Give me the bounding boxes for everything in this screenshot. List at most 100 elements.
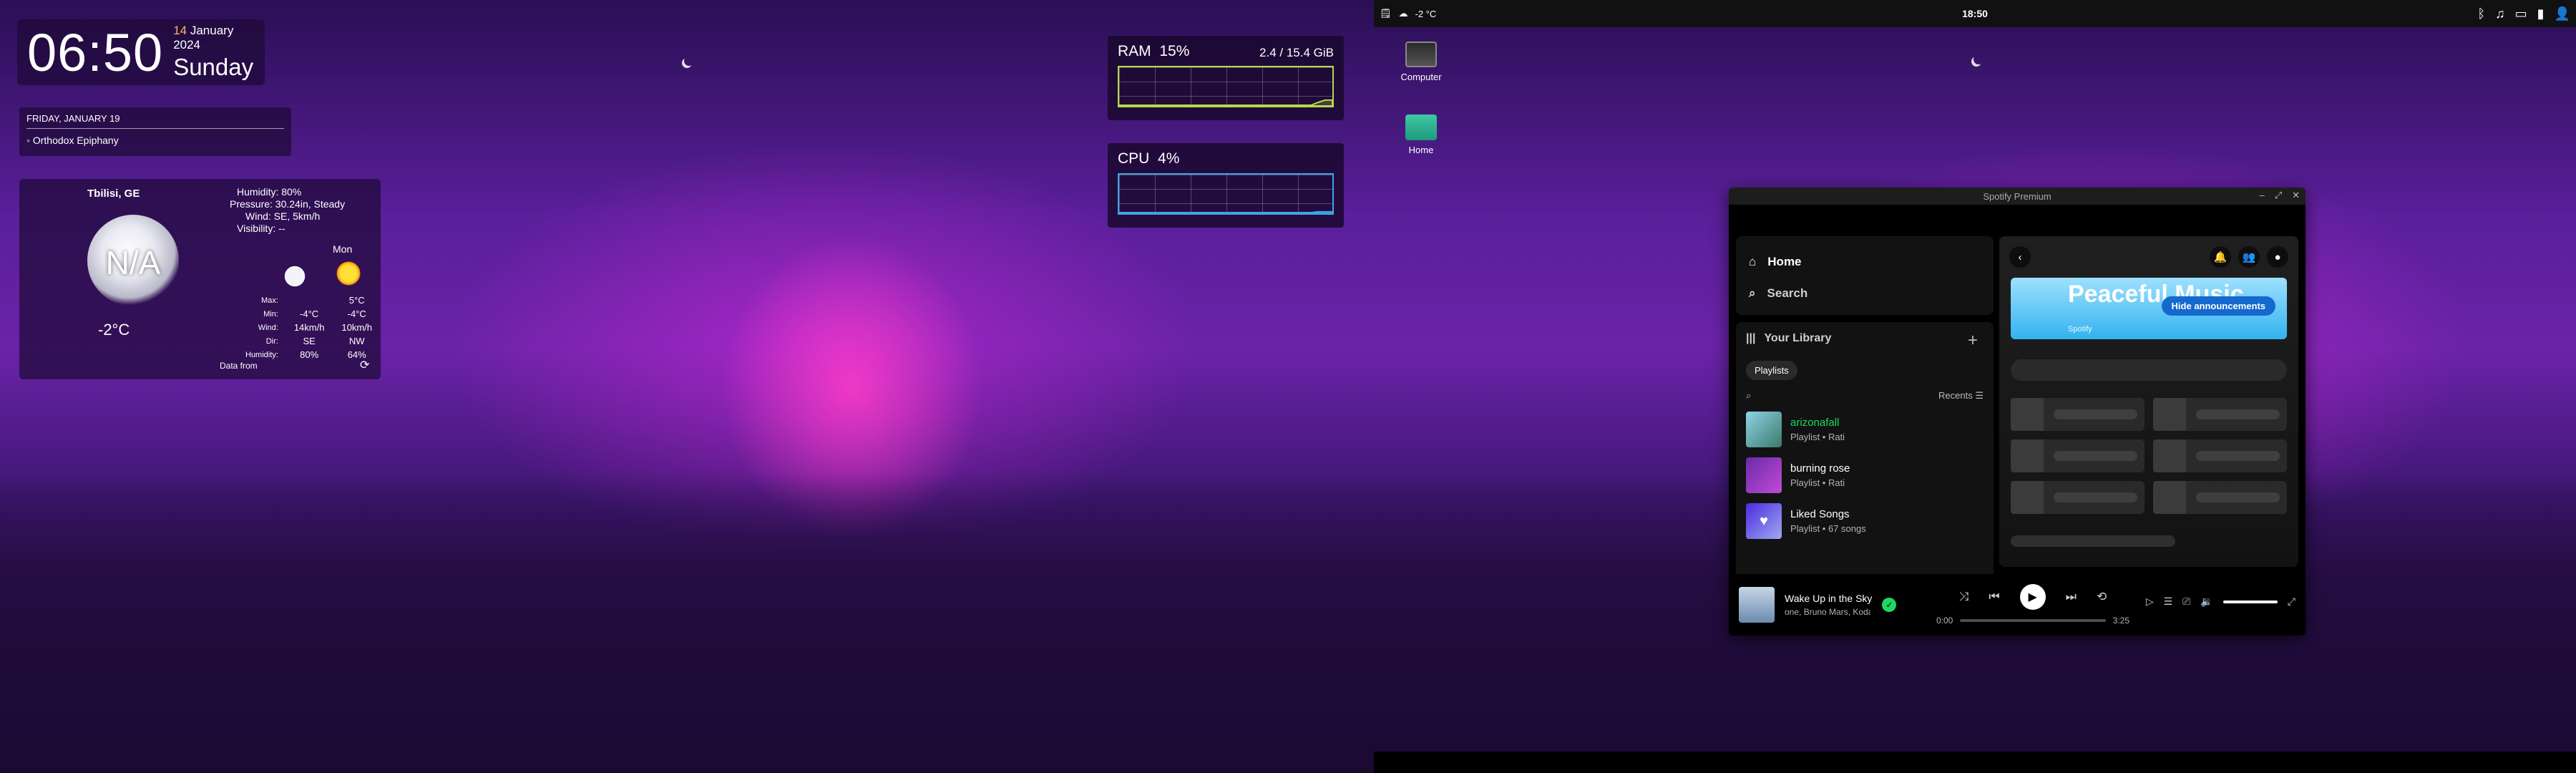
desktop-icon-home[interactable]: Home xyxy=(1392,115,1450,155)
weather-visibility: Visibility: -- xyxy=(237,223,286,234)
queue-icon[interactable]: ☰ xyxy=(2164,595,2173,608)
now-playing-view-icon[interactable]: ▷ xyxy=(2146,595,2154,608)
announcement-banner[interactable]: Peaceful Music Spotify Hide announcement… xyxy=(2011,278,2287,339)
desktop-icon-computer[interactable]: Computer xyxy=(1392,42,1450,82)
calendar-events-widget: FRIDAY, JANUARY 19 ◦ Orthodox Epiphany xyxy=(19,107,291,156)
label-wind: Wind: xyxy=(258,323,278,332)
maximize-icon[interactable]: ⤢ xyxy=(2275,190,2282,201)
volume-slider[interactable] xyxy=(2223,600,2278,603)
music-icon[interactable]: ♫ xyxy=(2495,6,2505,21)
window-title: Spotify Premium xyxy=(1983,190,2051,202)
desktop-icon-label: Computer xyxy=(1400,72,1442,82)
play-button[interactable]: ▶ xyxy=(2019,584,2046,610)
player-bar: Wake Up in the Sky one, Bruno Mars, Koda… xyxy=(1729,574,2306,636)
next-icon[interactable]: ⏭ xyxy=(2066,590,2077,604)
clock-weekday: Sunday xyxy=(173,54,254,80)
friends-icon[interactable]: 👥 xyxy=(2238,246,2260,268)
bottom-bar xyxy=(1374,752,2576,773)
close-icon[interactable]: ✕ xyxy=(2292,190,2300,201)
previous-icon[interactable]: ⏮ xyxy=(1989,590,1999,604)
mon-wind: 10km/h xyxy=(341,322,373,333)
monitor-icon[interactable]: ▭ xyxy=(2515,6,2527,21)
weather-cloud-icon[interactable]: ☁ xyxy=(1399,8,1408,19)
total-time: 3:25 xyxy=(2112,616,2129,626)
repeat-icon[interactable]: ⟲ xyxy=(2097,590,2107,604)
today-min: -4°C xyxy=(300,308,319,319)
battery-icon[interactable]: ▮ xyxy=(2537,6,2545,21)
playlist-name: burning rose xyxy=(1790,462,1850,475)
events-date-header: FRIDAY, JANUARY 19 xyxy=(26,113,284,129)
sun-icon xyxy=(334,259,363,288)
playlist-item[interactable]: burning rose Playlist • Rati xyxy=(1746,457,1984,493)
weather-humidity: Humidity: 80% xyxy=(237,186,302,198)
library-header[interactable]: ||| Your Library xyxy=(1746,332,1984,345)
loading-card xyxy=(2011,439,2145,472)
event-item[interactable]: ◦ Orthodox Epiphany xyxy=(26,135,284,146)
volume-icon[interactable]: 🔉 xyxy=(2200,595,2212,608)
search-icon: ⌕ xyxy=(1749,286,1756,300)
song-title[interactable]: Wake Up in the Sky xyxy=(1785,593,1872,604)
minimize-icon[interactable]: – xyxy=(2259,190,2264,201)
playlists-filter-chip[interactable]: Playlists xyxy=(1746,361,1797,380)
sort-recents[interactable]: Recents ☰ xyxy=(1938,390,1984,402)
song-artist[interactable]: one, Bruno Mars, Kodak B xyxy=(1785,607,1870,617)
ram-graph xyxy=(1118,66,1334,107)
refresh-icon[interactable]: ⟳ xyxy=(360,358,369,372)
main-content: ‹ 🔔 👥 ● Peaceful Music Spotify Hide anno… xyxy=(1999,236,2298,567)
weather-data-source[interactable]: Data from xyxy=(220,361,258,371)
panel-clock[interactable]: 18:50 xyxy=(1962,8,1988,19)
loading-grid xyxy=(2011,398,2287,514)
cpu-monitor-widget: CPU 4% xyxy=(1108,143,1344,228)
weather-wind: Wind: SE, 5km/h xyxy=(245,210,321,222)
library-search-icon[interactable]: ⌕ xyxy=(1746,390,1751,402)
add-icon[interactable]: + xyxy=(1968,331,1978,351)
playlist-cover xyxy=(1746,457,1782,493)
playlist-item[interactable]: ♥ Liked Songs Playlist • 67 songs xyxy=(1746,503,1984,539)
panel-weather-temp[interactable]: -2 °C xyxy=(1415,9,1437,19)
bell-icon[interactable]: 🔔 xyxy=(2210,246,2231,268)
fullscreen-icon[interactable]: ⤢ xyxy=(2288,595,2296,608)
clock-date: 14 January 2024 xyxy=(173,24,255,52)
mon-humidity: 64% xyxy=(347,349,366,360)
nav-home[interactable]: ⌂ Home xyxy=(1749,246,1981,278)
playlist-cover xyxy=(1746,412,1782,447)
hide-announcements-button[interactable]: Hide announcements xyxy=(2161,296,2275,316)
home-folder-icon xyxy=(1405,115,1437,140)
today-max xyxy=(286,293,333,307)
cpu-label: CPU 4% xyxy=(1118,150,1180,167)
cpu-graph xyxy=(1118,173,1334,215)
bluetooth-icon[interactable]: ᛒ xyxy=(2477,6,2485,21)
nav-home-label: Home xyxy=(1767,255,1802,268)
avatar[interactable]: ● xyxy=(2267,246,2288,268)
notes-icon[interactable]: 🗒 xyxy=(1380,8,1392,19)
player-extras: ▷ ☰ ⎚ 🔉 ⤢ xyxy=(2146,595,2296,608)
computer-icon xyxy=(1405,42,1437,67)
loading-placeholder xyxy=(2011,359,2287,381)
window-titlebar[interactable]: Spotify Premium – ⤢ ✕ xyxy=(1729,188,2306,205)
ram-label: RAM 15% xyxy=(1118,43,1190,59)
user-icon[interactable]: 👤 xyxy=(2555,6,2570,21)
nav-search[interactable]: ⌕ Search xyxy=(1749,278,1981,309)
banner-brand: Spotify xyxy=(2068,325,2092,334)
moon-decoration xyxy=(684,56,694,66)
loading-card xyxy=(2153,439,2287,472)
back-icon[interactable]: ‹ xyxy=(2009,246,2031,268)
album-cover[interactable] xyxy=(1739,587,1775,623)
playlist-meta: Playlist • Rati xyxy=(1790,432,1845,442)
label-humidity: Humidity: xyxy=(245,350,278,359)
weather-widget: Tbilisi, GE N/A -2°C Humidity: 80% Press… xyxy=(19,179,381,379)
playback-controls: ⤨ ⏮ ▶ ⏭ ⟲ 0:00 3:25 xyxy=(1936,584,2129,626)
ram-monitor-widget: RAM 15% 2.4 / 15.4 GiB xyxy=(1108,36,1344,120)
progress-bar[interactable] xyxy=(1960,619,2106,622)
moon-decoration xyxy=(1974,54,1984,64)
today-humidity: 80% xyxy=(300,349,319,360)
saved-check-icon[interactable]: ✓ xyxy=(1882,598,1897,612)
mon-dir: NW xyxy=(348,336,365,346)
shuffle-icon[interactable]: ⤨ xyxy=(1959,590,1969,604)
clock-time: 06:50 xyxy=(27,22,164,82)
playlist-item[interactable]: arizonafall Playlist • Rati xyxy=(1746,412,1984,447)
connect-device-icon[interactable]: ⎚ xyxy=(2182,595,2190,608)
weather-city: Tbilisi, GE xyxy=(87,188,140,200)
main-nav: ⌂ Home ⌕ Search xyxy=(1736,236,1994,315)
elapsed-time: 0:00 xyxy=(1936,616,1953,626)
